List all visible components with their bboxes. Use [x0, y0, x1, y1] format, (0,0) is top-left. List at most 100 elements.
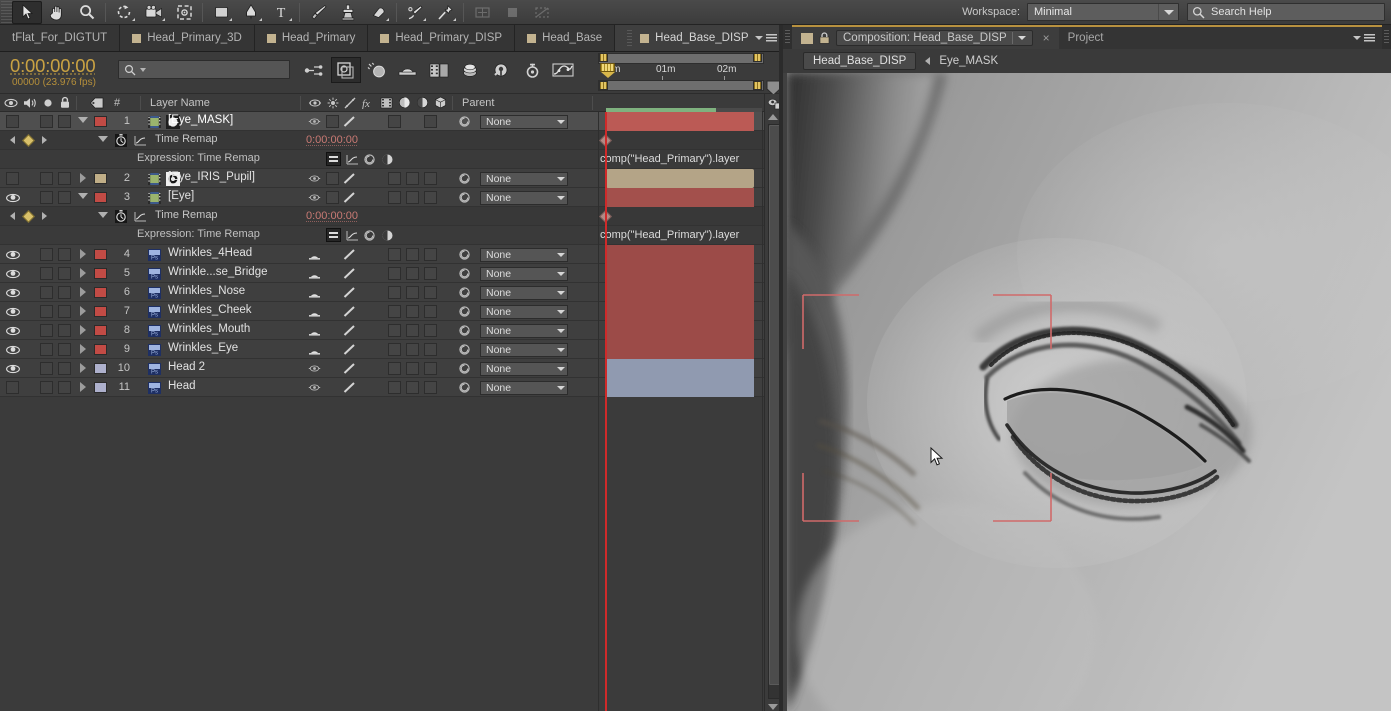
property-value-time-remap-1[interactable]: 0:00:00:00: [306, 134, 358, 146]
comp-tab-1[interactable]: Head_Primary_3D: [120, 25, 255, 51]
quality-switch-10[interactable]: [343, 362, 356, 375]
comp-tab-4[interactable]: Head_Base: [515, 25, 616, 51]
cycle-icon[interactable]: [517, 57, 547, 83]
audio-speaker-icon[interactable]: [23, 97, 37, 109]
comp-tab-grip[interactable]: [783, 25, 792, 49]
column-header-parent[interactable]: Parent: [462, 97, 494, 109]
layer-bar-9[interactable]: [606, 340, 754, 359]
film-strip-icon[interactable]: [424, 57, 454, 83]
graph-icon[interactable]: [134, 135, 147, 146]
keyframe-navigator-diamond-2[interactable]: [22, 210, 35, 223]
selection-tool[interactable]: [12, 0, 42, 24]
comp-tab-5[interactable]: Head_Base_DISP: [615, 25, 796, 51]
expression-menu-icon-2[interactable]: [382, 230, 393, 241]
column-header-layer-name[interactable]: Layer Name: [150, 97, 210, 109]
parent-pick-whip-1[interactable]: [459, 116, 470, 127]
quality-switch-3[interactable]: [343, 191, 356, 204]
parent-select-9[interactable]: None: [480, 343, 568, 357]
scroll-down-arrow[interactable]: [768, 704, 778, 710]
expand-triangle-8[interactable]: [80, 325, 86, 335]
expand-triangle-prop-1[interactable]: [98, 136, 108, 142]
hand-tool[interactable]: [42, 1, 72, 24]
quality-icon[interactable]: [344, 97, 356, 109]
effects-fx-icon[interactable]: fx: [361, 97, 375, 109]
expression-enable-icon-2[interactable]: [326, 228, 341, 242]
expression-menu-icon[interactable]: [382, 154, 393, 165]
expression-pick-whip-icon-2[interactable]: [364, 230, 375, 241]
quality-switch-2[interactable]: [343, 172, 356, 185]
snap-to-align-icon[interactable]: [467, 1, 497, 24]
layer-name-4[interactable]: Wrinkles_4Head: [168, 247, 252, 259]
label-color-5[interactable]: [94, 268, 107, 279]
layer-bar-6[interactable]: [606, 283, 754, 302]
label-color-9[interactable]: [94, 344, 107, 355]
brush-tool[interactable]: [303, 1, 333, 24]
timeline-playhead[interactable]: [605, 112, 607, 711]
solo-circle-icon[interactable]: [42, 97, 54, 109]
shy-switch-2[interactable]: [308, 173, 321, 184]
label-color-3[interactable]: [94, 192, 107, 203]
parent-pick-whip-3[interactable]: [459, 192, 470, 203]
snap-square-icon[interactable]: [497, 1, 527, 24]
quality-switch-11[interactable]: [343, 381, 356, 394]
current-time-indicator[interactable]: [600, 63, 615, 78]
comp-tabbar-end-grip[interactable]: [1382, 25, 1391, 49]
parent-select-1[interactable]: None: [480, 115, 568, 129]
quality-switch-6[interactable]: [343, 286, 356, 299]
next-keyframe-arrow[interactable]: [42, 136, 47, 144]
parent-pick-whip-6[interactable]: [459, 287, 470, 298]
puppet-pin-tool[interactable]: [430, 1, 460, 24]
live-update-icon[interactable]: [300, 57, 330, 83]
video-eye-icon-3[interactable]: [5, 192, 21, 204]
composition-panel-menu[interactable]: [1346, 25, 1382, 49]
layer-name-9[interactable]: Wrinkles_Eye: [168, 342, 238, 354]
comp-tab-2[interactable]: Head_Primary: [254, 25, 369, 51]
expression-graph-icon[interactable]: [346, 154, 359, 165]
expand-triangle-3[interactable]: [78, 193, 88, 199]
type-tool[interactable]: T: [266, 1, 296, 24]
breadcrumb-comp-button[interactable]: Head_Base_DISP: [803, 52, 917, 70]
layer-bar-3[interactable]: [606, 188, 754, 207]
layer-name-3[interactable]: [Eye]: [168, 190, 194, 202]
adjustment-layer-icon[interactable]: [416, 96, 429, 109]
work-area-bottom[interactable]: [598, 80, 764, 91]
layer-stack-icon[interactable]: [455, 57, 485, 83]
eraser-tool[interactable]: [363, 1, 393, 24]
layer-bar-1[interactable]: [606, 112, 754, 131]
parent-pick-whip-7[interactable]: [459, 306, 470, 317]
roto-brush-tool[interactable]: [400, 1, 430, 24]
parent-select-3[interactable]: None: [480, 191, 568, 205]
keyframe-navigator-diamond[interactable]: [22, 134, 35, 147]
parent-select-7[interactable]: None: [480, 305, 568, 319]
video-eye-icon[interactable]: [4, 97, 18, 109]
parent-select-8[interactable]: None: [480, 324, 568, 338]
layer-name-7[interactable]: Wrinkles_Cheek: [168, 304, 252, 316]
layer-name-11[interactable]: Head: [168, 380, 196, 392]
collapse-switch-5[interactable]: [307, 269, 322, 279]
frame-blend-col-icon[interactable]: [380, 97, 393, 109]
time-ruler[interactable]: 00m 01m 02m: [598, 52, 764, 94]
expand-triangle-4[interactable]: [80, 249, 86, 259]
three-d-layer-icon[interactable]: [434, 96, 447, 109]
parent-pick-whip-11[interactable]: [459, 382, 470, 393]
layer-name-6[interactable]: Wrinkles_Nose: [168, 285, 245, 297]
shy-switch-3[interactable]: [308, 192, 321, 203]
layer-name-10[interactable]: Head 2: [168, 361, 205, 373]
comp-tab-3[interactable]: Head_Primary_DISP: [368, 25, 516, 51]
property-name-time-remap-2[interactable]: Time Remap: [155, 209, 218, 221]
pen-tool[interactable]: [236, 1, 266, 24]
label-color-4[interactable]: [94, 249, 107, 260]
property-value-time-remap-2[interactable]: 0:00:00:00: [306, 210, 358, 222]
collapse-switch-8[interactable]: [307, 326, 322, 336]
motion-blur-icon[interactable]: [362, 57, 392, 83]
frame-blend-icon[interactable]: [393, 57, 423, 83]
graph-editor-icon[interactable]: [548, 57, 578, 83]
prev-keyframe-arrow[interactable]: [10, 136, 15, 144]
stopwatch-icon[interactable]: [114, 133, 128, 148]
parent-pick-whip-2[interactable]: [459, 173, 470, 184]
composition-viewer[interactable]: [783, 73, 1391, 711]
work-area-end-handle[interactable]: [753, 53, 762, 62]
quality-switch-1[interactable]: [343, 115, 356, 128]
snap-off-icon[interactable]: [527, 1, 557, 24]
collapse-switch-4[interactable]: [307, 250, 322, 260]
